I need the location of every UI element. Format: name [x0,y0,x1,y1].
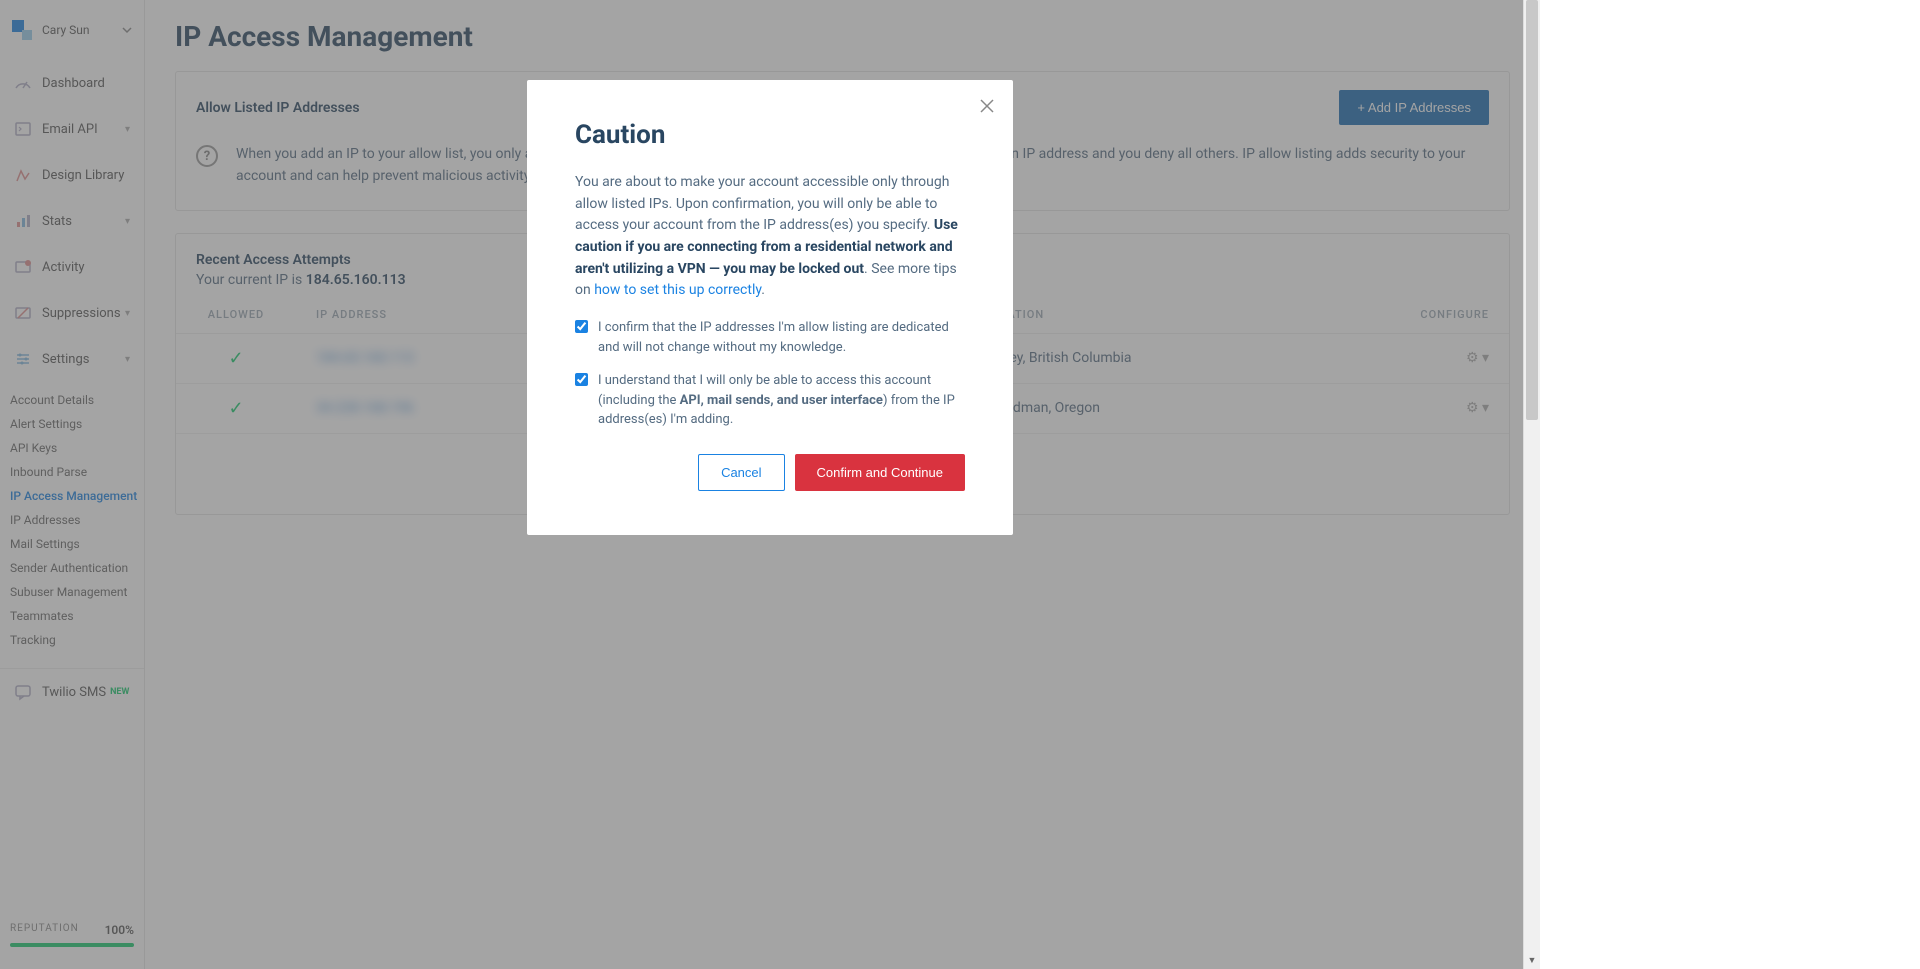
caution-modal: Caution You are about to make your accou… [527,80,1013,535]
checkbox-2[interactable] [575,373,588,386]
modal-help-link[interactable]: how to set this up correctly [594,282,761,298]
confirm-checkbox-2[interactable]: I understand that I will only be able to… [575,371,965,430]
modal-title: Caution [575,120,965,150]
checkbox-1-label: I confirm that the IP addresses I'm allo… [598,318,965,357]
scrollbar[interactable]: ▼ [1523,0,1540,969]
cancel-button[interactable]: Cancel [698,454,784,491]
confirm-button[interactable]: Confirm and Continue [795,454,965,491]
confirm-checkbox-1[interactable]: I confirm that the IP addresses I'm allo… [575,318,965,357]
scroll-down-icon[interactable]: ▼ [1524,952,1540,969]
modal-body-text3: . [761,282,765,298]
modal-overlay: Caution You are about to make your accou… [0,0,1540,969]
checkbox-1[interactable] [575,320,588,333]
checkbox-2-label: I understand that I will only be able to… [598,371,965,430]
modal-body-text: You are about to make your account acces… [575,174,949,233]
modal-body: You are about to make your account acces… [575,172,965,302]
close-icon[interactable] [979,98,995,114]
scrollbar-thumb[interactable] [1526,0,1538,420]
